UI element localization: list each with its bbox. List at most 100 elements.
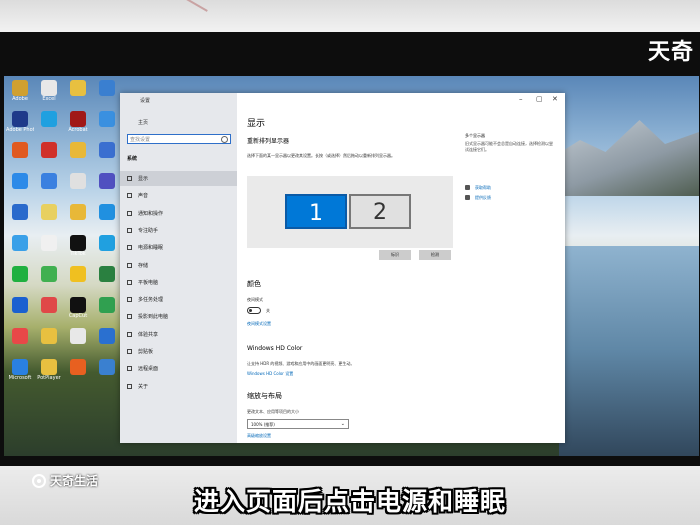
app-icon <box>70 328 86 344</box>
app-icon <box>41 297 57 313</box>
nav-item[interactable]: 通知和操作 <box>120 206 237 221</box>
app-icon <box>99 328 115 344</box>
desktop-icon[interactable] <box>35 297 63 313</box>
desktop-icon[interactable] <box>93 111 121 127</box>
desktop-icon[interactable] <box>6 204 34 220</box>
nav-item[interactable]: 多任务处理 <box>120 292 237 307</box>
app-icon <box>12 235 28 251</box>
nav-item[interactable]: 关于 <box>120 379 237 394</box>
app-icon <box>12 297 28 313</box>
identify-button[interactable]: 标识 <box>379 250 411 260</box>
desktop-icon[interactable] <box>93 328 121 344</box>
scale-dropdown[interactable]: 100% (推荐) ⌄ <box>247 419 349 429</box>
hd-color-settings-link[interactable]: Windows HD Color 设置 <box>247 371 293 377</box>
desktop-icon[interactable]: TikTok <box>64 235 92 257</box>
help-icon <box>465 185 470 190</box>
desktop-icon[interactable]: Adobe <box>6 80 34 102</box>
desktop-icon-label: Excel <box>42 96 56 102</box>
desktop-icon[interactable] <box>93 266 121 282</box>
app-icon <box>70 359 86 375</box>
desktop-icon[interactable]: Excel <box>35 80 63 102</box>
desktop-icon[interactable]: PotPlayer <box>35 359 63 381</box>
desktop-icon[interactable] <box>64 173 92 189</box>
desktop-icon[interactable]: Microsoft <box>6 359 34 381</box>
app-icon <box>99 142 115 158</box>
nav-item[interactable]: 电源和睡眠 <box>120 240 237 255</box>
nav-item[interactable]: 体验共享 <box>120 327 237 342</box>
desktop-icon[interactable] <box>93 80 121 96</box>
nav-item[interactable]: 专注助手 <box>120 223 237 238</box>
desktop-icon[interactable] <box>6 173 34 189</box>
desktop-icon[interactable] <box>35 111 63 127</box>
desktop-icon[interactable] <box>64 328 92 344</box>
app-icon <box>41 173 57 189</box>
nav-item-label: 多任务处理 <box>138 297 164 304</box>
feedback-link[interactable]: 提供反馈 <box>475 195 491 201</box>
get-help-link[interactable]: 获取帮助 <box>475 185 491 191</box>
desktop-icon[interactable] <box>35 266 63 282</box>
search-input[interactable]: 查找设置 <box>127 134 231 144</box>
nav-item-label: 显示 <box>138 176 149 182</box>
nav-icon <box>127 349 132 354</box>
desktop-icon-label: Adobe <box>12 96 28 102</box>
desktop-icon[interactable]: Adobe Photos <box>6 111 34 133</box>
app-icon <box>41 204 57 220</box>
night-light-settings-link[interactable]: 夜间模式设置 <box>247 321 271 327</box>
desktop-icon[interactable] <box>35 204 63 220</box>
app-icon <box>99 111 115 127</box>
desktop-icon[interactable]: CapCut <box>64 297 92 319</box>
app-icon <box>99 235 115 251</box>
desktop-icon[interactable] <box>93 297 121 313</box>
desktop-icon[interactable] <box>35 173 63 189</box>
app-icon <box>12 111 28 127</box>
desktop-icon[interactable] <box>64 80 92 96</box>
search-icon <box>221 136 228 143</box>
subtitle: 进入页面后点击电源和睡眠 <box>193 487 506 516</box>
nav-item[interactable]: 平板电脑 <box>120 275 237 290</box>
desktop-icon[interactable] <box>64 266 92 282</box>
desktop-icon[interactable] <box>35 142 63 158</box>
nav-item-label: 远程桌面 <box>138 366 159 373</box>
nav-item[interactable]: 远程桌面 <box>120 361 237 376</box>
desktop-icon[interactable] <box>6 297 34 313</box>
nav-icon <box>127 314 132 320</box>
desktop-icon[interactable] <box>93 359 121 375</box>
detect-button[interactable]: 检测 <box>419 250 451 260</box>
desktop-icon-label: CapCut <box>68 313 88 319</box>
app-icon <box>99 266 115 282</box>
desktop-icon[interactable] <box>93 173 121 189</box>
nav-item[interactable]: 声音 <box>120 188 237 203</box>
app-icon <box>41 235 57 251</box>
app-icon <box>70 266 86 282</box>
desktop-icon[interactable] <box>6 235 34 251</box>
nav-item[interactable]: 剪贴板 <box>120 344 237 359</box>
desktop-icon[interactable] <box>6 266 34 282</box>
nav-item-label: 剪贴板 <box>138 349 154 355</box>
app-icon <box>12 204 28 220</box>
desktop-icon[interactable] <box>35 328 63 344</box>
nav-item-label: 存储 <box>138 262 149 269</box>
app-icon <box>99 204 115 220</box>
desktop-icon[interactable] <box>64 359 92 375</box>
desktop-icon[interactable] <box>35 235 63 251</box>
nav-item[interactable]: 存储 <box>120 258 237 273</box>
desktop-icon[interactable] <box>6 328 34 344</box>
nav-item[interactable]: 显示 <box>120 171 237 186</box>
desktop-icon[interactable] <box>93 235 121 251</box>
desktop-icon[interactable] <box>64 142 92 158</box>
night-light-toggle[interactable] <box>247 307 261 314</box>
home-link[interactable]: 主页 <box>138 119 148 126</box>
display-settings: 显示 重新排列显示器 选择下面的某一显示器以更改其设置。长按（或选择）然后拖动以… <box>247 93 467 443</box>
monitor-1[interactable]: 1 <box>285 194 347 229</box>
desktop-icon[interactable] <box>93 142 121 158</box>
desktop-icon[interactable] <box>6 142 34 158</box>
monitor-2[interactable]: 2 <box>349 194 411 229</box>
desktop-icon[interactable]: Acrobat <box>64 111 92 133</box>
desktop-icon[interactable] <box>93 204 121 220</box>
desktop-icon[interactable] <box>64 204 92 220</box>
scale-heading: 缩放与布局 <box>247 392 282 400</box>
display-arrangement: 1 2 <box>247 176 453 248</box>
advanced-scaling-link[interactable]: 高级缩放设置 <box>247 433 271 439</box>
feedback-icon <box>465 195 470 200</box>
nav-item[interactable]: 投影到此电脑 <box>120 309 237 324</box>
